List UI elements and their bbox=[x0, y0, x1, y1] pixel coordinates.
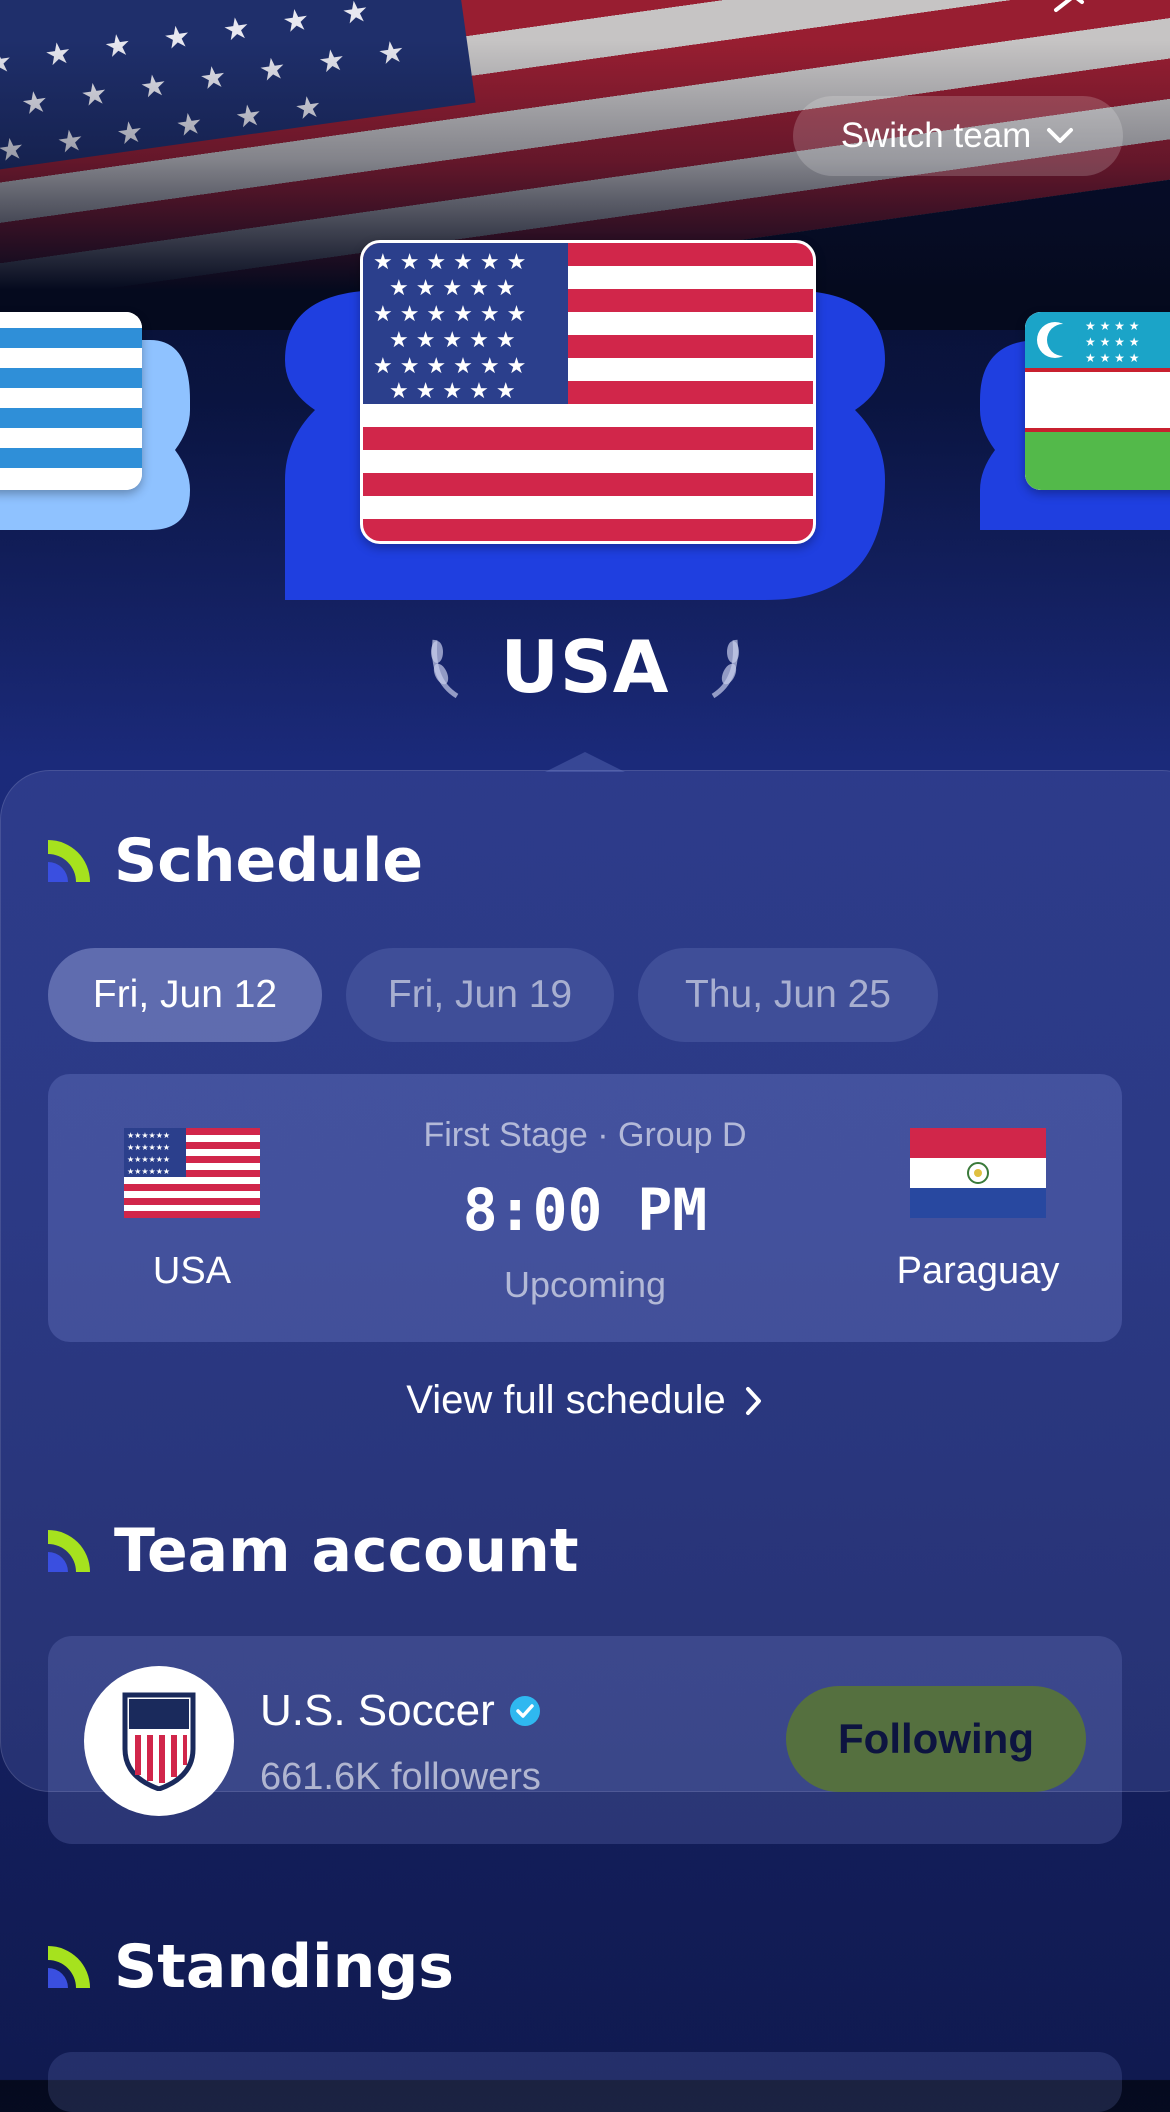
section-icon bbox=[48, 840, 90, 882]
standings-title: Standings bbox=[114, 1932, 454, 2002]
date-chip-2[interactable]: Fri, Jun 19 bbox=[346, 948, 614, 1042]
team-account-title: Team account bbox=[114, 1516, 579, 1586]
team-account-card[interactable]: U.S. Soccer 661.6K followers Following bbox=[48, 1636, 1122, 1844]
team-flag-selected: ★ ★ ★ ★ ★ ★ ★ ★ ★ ★ ★ ★ ★ ★ ★ ★ ★ ★ ★ ★ … bbox=[360, 240, 816, 544]
svg-text:★ ★ ★ ★ ★: ★ ★ ★ ★ ★ bbox=[389, 276, 516, 301]
team-carousel-item-next[interactable]: ★ ★ ★ ★ ★ ★ ★ ★ ★ ★ ★ ★ bbox=[980, 300, 1170, 540]
us-soccer-crest-icon bbox=[122, 1692, 196, 1791]
verified-icon bbox=[509, 1696, 540, 1726]
account-name-row: U.S. Soccer bbox=[260, 1686, 541, 1736]
away-team-name: Paraguay bbox=[896, 1250, 1060, 1292]
edit-icon[interactable] bbox=[1050, 0, 1090, 16]
svg-text:★ ★ ★ ★ ★ ★: ★ ★ ★ ★ ★ ★ bbox=[373, 302, 526, 327]
laurel-right-icon bbox=[711, 639, 739, 699]
team-flag-next: ★ ★ ★ ★ ★ ★ ★ ★ ★ ★ ★ ★ bbox=[1025, 312, 1170, 490]
schedule-section-header: Schedule bbox=[48, 826, 423, 896]
team-account-section-header: Team account bbox=[48, 1516, 579, 1586]
view-full-schedule-link[interactable]: View full schedule bbox=[0, 1378, 1170, 1423]
avatar[interactable] bbox=[84, 1666, 234, 1816]
match-card[interactable]: ★★★★★★ ★★★★★★ ★★★★★★ ★★★★★★ USA First St… bbox=[48, 1074, 1122, 1342]
view-full-schedule-label: View full schedule bbox=[406, 1378, 726, 1422]
svg-text:★★★★★★: ★★★★★★ bbox=[127, 1167, 170, 1176]
schedule-title: Schedule bbox=[114, 826, 424, 896]
svg-text:★ ★ ★ ★ ★ ★: ★ ★ ★ ★ ★ ★ bbox=[373, 250, 526, 275]
date-chip-3[interactable]: Thu, Jun 25 bbox=[638, 948, 938, 1042]
section-icon bbox=[48, 1530, 90, 1572]
panel-notch bbox=[545, 752, 625, 772]
team-carousel-item-selected[interactable]: ★ ★ ★ ★ ★ ★ ★ ★ ★ ★ ★ ★ ★ ★ ★ ★ ★ ★ ★ ★ … bbox=[285, 240, 885, 600]
svg-text:★ ★ ★ ★: ★ ★ ★ ★ bbox=[1085, 319, 1139, 333]
team-carousel-item-previous[interactable] bbox=[0, 300, 200, 540]
date-chip-1[interactable]: Fri, Jun 12 bbox=[48, 948, 322, 1042]
team-flag-previous bbox=[0, 312, 142, 490]
chevron-right-icon bbox=[745, 1386, 761, 1415]
svg-text:★ ★ ★ ★ ★ ★: ★ ★ ★ ★ ★ ★ bbox=[373, 354, 526, 379]
section-icon bbox=[48, 1946, 90, 1988]
svg-text:★★★★★★: ★★★★★★ bbox=[127, 1155, 170, 1164]
away-team-flag bbox=[910, 1128, 1046, 1218]
svg-text:★ ★ ★ ★: ★ ★ ★ ★ bbox=[1085, 351, 1139, 365]
chevron-down-icon bbox=[1047, 128, 1074, 143]
standings-card[interactable] bbox=[48, 2052, 1122, 2112]
team-name-heading: USA bbox=[500, 625, 670, 709]
switch-team-label: Switch team bbox=[840, 116, 1032, 155]
svg-text:★ ★ ★ ★: ★ ★ ★ ★ bbox=[1085, 335, 1139, 349]
svg-text:★ ★ ★ ★ ★: ★ ★ ★ ★ ★ bbox=[389, 328, 516, 353]
account-followers: 661.6K followers bbox=[260, 1756, 541, 1798]
svg-text:★ ★ ★ ★ ★: ★ ★ ★ ★ ★ bbox=[389, 379, 516, 404]
following-button[interactable]: Following bbox=[786, 1686, 1086, 1792]
standings-section-header: Standings bbox=[48, 1932, 454, 2002]
account-name: U.S. Soccer bbox=[260, 1686, 495, 1735]
switch-team-button[interactable]: Switch team bbox=[793, 96, 1123, 176]
